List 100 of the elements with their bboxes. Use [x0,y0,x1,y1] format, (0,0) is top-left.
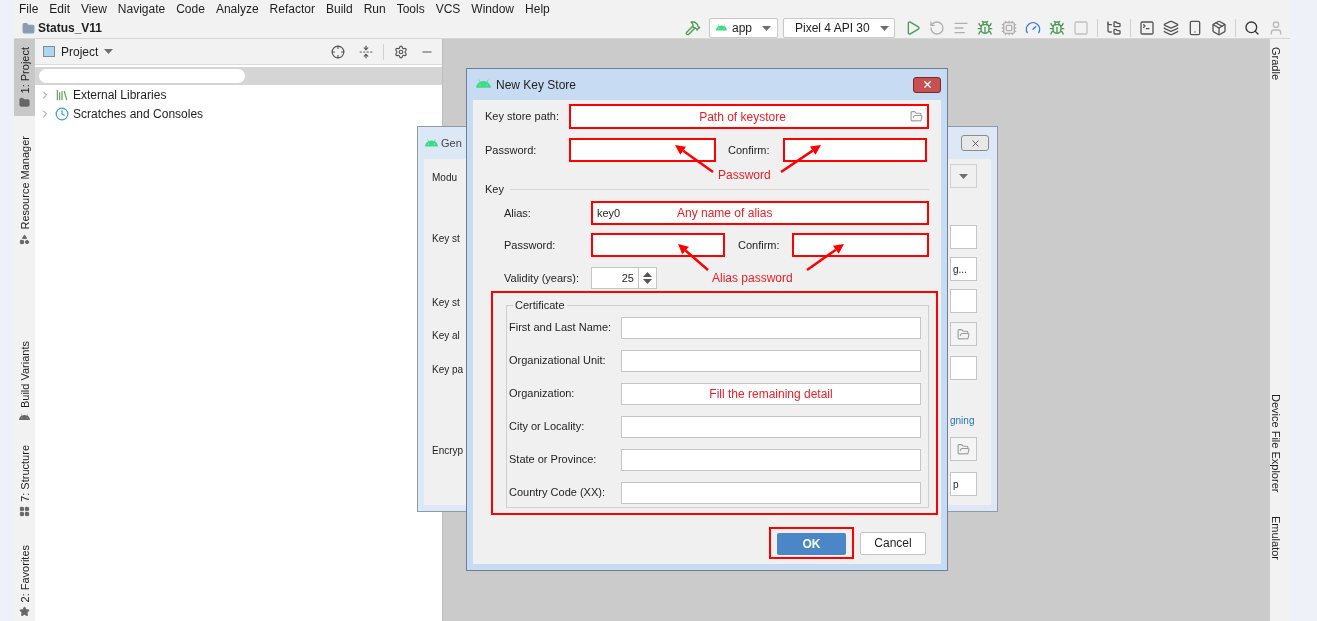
tool-window-tab[interactable]: Device File Explorer [1270,394,1290,493]
close-icon [921,79,933,90]
folder-icon [22,21,35,35]
caret-icon [762,25,771,31]
attach-debugger-icon[interactable] [1049,20,1065,36]
text-field[interactable] [950,225,977,249]
field-label: Alias: [504,205,532,221]
folder-field[interactable] [950,322,977,346]
field-label: Organizational Unit: [509,353,607,369]
dropdown[interactable] [950,164,977,188]
field-label: Confirm: [738,237,781,253]
ok-button[interactable]: OK [777,533,846,555]
run-config-dropdown[interactable]: app [709,18,778,38]
rerun-icon[interactable] [929,20,945,36]
terminal-icon[interactable] [1139,20,1155,36]
menu-item[interactable]: File [19,0,39,18]
menu-item[interactable]: Help [525,0,550,18]
field-label: State or Province: [509,452,598,468]
menu-item[interactable]: Tools [396,0,425,18]
library-icon [55,87,69,102]
debug-icon[interactable] [977,20,993,36]
close-icon [969,137,981,149]
user-icon[interactable] [1268,20,1284,36]
password-field[interactable] [569,138,716,162]
validity-spinner[interactable]: 25 [591,267,657,289]
profiler-icon[interactable] [1025,20,1041,36]
text-field[interactable] [621,448,921,471]
dialog-button[interactable]: g... [950,257,977,281]
search-icon[interactable] [1244,20,1260,36]
folder-field[interactable] [950,437,977,461]
field-label: Key pa [432,364,464,375]
menu-item[interactable]: Refactor [269,0,315,18]
alias-field[interactable]: key0 Any name of alias [591,201,929,225]
menu-item[interactable]: Window [471,0,515,18]
menu-item[interactable]: Build [325,0,353,18]
device-manager-icon[interactable] [1187,20,1203,36]
caret-icon [959,173,968,179]
device-dropdown[interactable]: Pixel 4 API 30 [783,18,895,38]
field-label: Organization: [509,386,576,402]
tool-window-tab[interactable]: 1: Project [14,39,35,117]
annotation-text: Fill the remaining detail [709,385,833,403]
field-label: Key st [432,297,460,308]
group-title: Certificate [514,298,566,313]
text-field[interactable] [621,481,921,504]
locate-icon[interactable] [331,44,345,59]
text-field[interactable] [950,356,977,380]
dialog-title: Gen [441,135,462,151]
text-field[interactable]: Fill the remaining detail [621,382,921,405]
annotation-arrow [678,244,709,271]
cancel-button[interactable]: Cancel [860,531,926,555]
tree-item[interactable]: Scratches and Consoles [73,104,204,123]
field-label: Encryp [432,445,464,456]
annotation-arrow [806,244,844,272]
tool-window-tab[interactable]: Emulator [1270,516,1290,561]
menu-item[interactable]: Navigate [117,0,166,18]
sdk-manager-icon[interactable] [1211,20,1227,36]
tool-window-tab[interactable]: Resource Manager [14,128,35,254]
tool-window-tab[interactable]: Build Variants [14,333,35,432]
settings-icon[interactable] [394,44,408,59]
text-field[interactable] [621,316,921,339]
confirm-password-field[interactable] [783,138,927,162]
panel-icon [43,46,55,57]
field-label: First and Last Name: [509,320,613,336]
tool-window-tab[interactable]: 7: Structure [14,437,35,525]
tool-window-tab[interactable]: 2: Favorites [14,536,35,621]
text-field[interactable] [621,415,921,438]
close-button[interactable] [913,76,941,93]
link[interactable]: gning [950,412,975,428]
tool-window-tab[interactable]: Gradle [1270,47,1290,81]
annotation-text: Password [718,167,771,184]
spinner-arrows-icon[interactable] [643,272,652,284]
annotation-arrow [675,145,714,173]
tool-tab-icon [19,505,30,517]
panel-title[interactable]: Project [61,42,99,61]
build-icon[interactable] [685,20,701,36]
menu-item[interactable]: View [81,0,107,18]
key-password-field[interactable] [591,233,725,257]
key-confirm-field[interactable] [792,233,929,257]
annotation-text: Any name of alias [677,205,773,222]
text-field[interactable] [621,349,921,372]
folder-icon [910,110,923,123]
menu-item[interactable]: Edit [49,0,71,18]
text-field[interactable] [950,289,977,313]
project-name[interactable]: Status_V11 [38,19,103,37]
tool-tab-icon [19,97,30,109]
annotation-text: Path of keystore [699,108,786,126]
folder-icon [957,442,970,456]
menu-item[interactable]: Analyze [215,0,259,18]
dialog-button[interactable]: p [950,472,977,496]
run-icon[interactable] [905,20,921,36]
tree-item[interactable]: External Libraries [73,85,167,104]
menu-item[interactable]: VCS [435,0,461,18]
key-store-path-field[interactable]: Path of keystore [569,104,929,129]
project-structure-icon[interactable] [1106,20,1122,36]
dialog-title: New Key Store [496,76,577,94]
collapse-icon[interactable] [359,44,373,59]
menu-item[interactable]: Code [176,0,205,18]
tool-tab-icon [19,606,30,618]
field-label: Validity (years): [504,270,580,286]
menu-item[interactable]: Run [363,0,386,18]
